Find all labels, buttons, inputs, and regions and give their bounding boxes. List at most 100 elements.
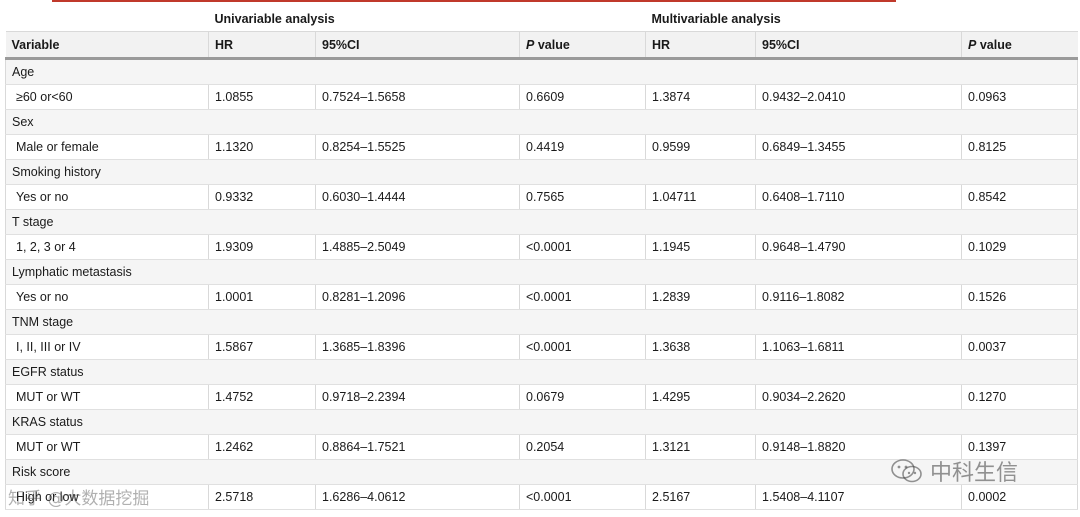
multi-ci-cell: 0.9432–2.0410 bbox=[755, 84, 962, 110]
uni-ci-cell: 0.8254–1.5525 bbox=[315, 134, 520, 160]
group-header-row: Univariable analysis Multivariable analy… bbox=[5, 6, 1078, 32]
variable-name: Sex bbox=[4, 109, 1079, 135]
variable-name: TNM stage bbox=[4, 309, 1079, 335]
variable-row: EGFR status bbox=[4, 359, 1079, 385]
value-row: I, II, III or IV 1.5867 1.3685–1.8396 <0.00… bbox=[5, 334, 1079, 360]
multi-p-cell: 0.8542 bbox=[961, 184, 1079, 210]
uni-p-cell: 0.4419 bbox=[518, 134, 646, 160]
col-header-multi-hr: HR bbox=[645, 31, 756, 60]
col-header-uni-hr: HR bbox=[208, 31, 316, 60]
multi-hr-cell: 1.3121 bbox=[645, 434, 756, 460]
p-value-label: value bbox=[979, 37, 1012, 52]
uni-p-cell: <0.0001 bbox=[518, 334, 646, 360]
value-row: Male or female 1.1320 0.8254–1.5525 0.4419 0… bbox=[5, 134, 1079, 160]
uni-hr-cell: 1.9309 bbox=[208, 234, 316, 260]
multi-ci-cell: 0.6849–1.3455 bbox=[755, 134, 962, 160]
uni-hr-cell: 1.5867 bbox=[208, 334, 316, 360]
value-row: Yes or no 0.9332 0.6030–1.4444 0.7565 1.0471… bbox=[5, 184, 1079, 210]
multi-p-cell: 0.1270 bbox=[961, 384, 1079, 410]
multi-hr-cell: 1.4295 bbox=[645, 384, 756, 410]
variable-row: KRAS status bbox=[4, 409, 1079, 435]
variable-name: Lymphatic metastasis bbox=[4, 259, 1079, 285]
uni-ci-cell: 0.9718–2.2394 bbox=[315, 384, 520, 410]
variable-row: Sex bbox=[4, 109, 1079, 135]
uni-ci-cell: 0.8864–1.7521 bbox=[315, 434, 520, 460]
variable-level: I, II, III or IV bbox=[5, 334, 209, 360]
uni-p-cell: <0.0001 bbox=[518, 234, 646, 260]
value-row: MUT or WT 1.4752 0.9718–2.2394 0.0679 1.4295… bbox=[5, 384, 1079, 410]
uni-hr-cell: 2.5718 bbox=[208, 484, 316, 510]
variable-level: Yes or no bbox=[5, 284, 209, 310]
variable-level: 1, 2, 3 or 4 bbox=[5, 234, 209, 260]
col-header-variable: Variable bbox=[5, 31, 209, 60]
multi-hr-cell: 0.9599 bbox=[645, 134, 756, 160]
variable-level: ≥60 or<60 bbox=[5, 84, 209, 110]
uni-p-cell: 0.6609 bbox=[518, 84, 646, 110]
uni-hr-cell: 1.0855 bbox=[208, 84, 316, 110]
col-header-multi-p: P value bbox=[961, 31, 1078, 60]
uni-ci-cell: 1.6286–4.0612 bbox=[315, 484, 520, 510]
variable-row: Smoking history bbox=[4, 159, 1079, 185]
variable-name: T stage bbox=[4, 209, 1079, 235]
p-italic: P bbox=[968, 37, 977, 52]
value-row: ≥60 or<60 1.0855 0.7524–1.5658 0.6609 1.3874… bbox=[5, 84, 1079, 110]
multi-hr-cell: 1.04711 bbox=[645, 184, 756, 210]
variable-level: MUT or WT bbox=[5, 384, 209, 410]
uni-ci-cell: 1.4885–2.5049 bbox=[315, 234, 520, 260]
multi-p-cell: 0.0037 bbox=[961, 334, 1079, 360]
multi-ci-cell: 0.9648–1.4790 bbox=[755, 234, 962, 260]
col-header-uni-ci: 95%CI bbox=[315, 31, 520, 60]
value-row: 1, 2, 3 or 4 1.9309 1.4885–2.5049 <0.0001 1.… bbox=[5, 234, 1079, 260]
value-row: Yes or no 1.0001 0.8281–1.2096 <0.0001 1.283… bbox=[5, 284, 1079, 310]
uni-ci-cell: 0.7524–1.5658 bbox=[315, 84, 520, 110]
uni-ci-cell: 0.8281–1.2096 bbox=[315, 284, 520, 310]
uni-hr-cell: 1.2462 bbox=[208, 434, 316, 460]
value-row: High or low 2.5718 1.6286–4.0612 <0.0001 2.5… bbox=[5, 484, 1079, 510]
wechat-icon bbox=[891, 459, 922, 483]
variable-name: KRAS status bbox=[4, 409, 1079, 435]
uni-hr-cell: 1.4752 bbox=[208, 384, 316, 410]
multi-ci-cell: 1.1063–1.6811 bbox=[755, 334, 962, 360]
variable-row: T stage bbox=[4, 209, 1079, 235]
top-rule bbox=[52, 0, 896, 2]
multi-ci-cell: 0.9116–1.8082 bbox=[755, 284, 962, 310]
multi-ci-cell: 0.6408–1.7110 bbox=[755, 184, 962, 210]
uni-p-cell: <0.0001 bbox=[518, 284, 646, 310]
uni-ci-cell: 0.6030–1.4444 bbox=[315, 184, 520, 210]
multi-hr-cell: 1.3874 bbox=[645, 84, 756, 110]
multi-p-cell: 0.0963 bbox=[961, 84, 1079, 110]
p-value-label: value bbox=[537, 37, 570, 52]
multi-p-cell: 0.8125 bbox=[961, 134, 1079, 160]
multi-p-cell: 0.1526 bbox=[961, 284, 1079, 310]
variable-name: EGFR status bbox=[4, 359, 1079, 385]
multi-p-cell: 0.1029 bbox=[961, 234, 1079, 260]
uni-ci-cell: 1.3685–1.8396 bbox=[315, 334, 520, 360]
p-italic: P bbox=[526, 37, 535, 52]
variable-row: TNM stage bbox=[4, 309, 1079, 335]
multi-ci-cell: 0.9034–2.2620 bbox=[755, 384, 962, 410]
variable-level: Male or female bbox=[5, 134, 209, 160]
variable-name: Age bbox=[4, 58, 1079, 85]
uni-hr-cell: 1.1320 bbox=[208, 134, 316, 160]
multi-hr-cell: 1.1945 bbox=[645, 234, 756, 260]
group-header-empty bbox=[5, 6, 209, 32]
uni-p-cell: 0.2054 bbox=[518, 434, 646, 460]
uni-hr-cell: 0.9332 bbox=[208, 184, 316, 210]
variable-row: Age bbox=[4, 58, 1079, 85]
watermark-left: 知乎 @大数据挖掘 bbox=[8, 489, 150, 509]
multi-hr-cell: 1.2839 bbox=[645, 284, 756, 310]
multi-p-cell: 0.0002 bbox=[961, 484, 1079, 510]
multi-ci-cell: 1.5408–4.1107 bbox=[755, 484, 962, 510]
uni-p-cell: 0.7565 bbox=[518, 184, 646, 210]
variable-level: MUT or WT bbox=[5, 434, 209, 460]
uni-p-cell: <0.0001 bbox=[518, 484, 646, 510]
watermark-right-text: 中科生信 bbox=[930, 461, 1019, 486]
variable-level: Yes or no bbox=[5, 184, 209, 210]
variable-name: Smoking history bbox=[4, 159, 1079, 185]
multi-hr-cell: 1.3638 bbox=[645, 334, 756, 360]
group-header-multivariable: Multivariable analysis bbox=[645, 6, 1078, 32]
cox-regression-table: Univariable analysis Multivariable analy… bbox=[4, 6, 1079, 510]
uni-p-cell: 0.0679 bbox=[518, 384, 646, 410]
variable-row: Lymphatic metastasis bbox=[4, 259, 1079, 285]
col-header-multi-ci: 95%CI bbox=[755, 31, 962, 60]
